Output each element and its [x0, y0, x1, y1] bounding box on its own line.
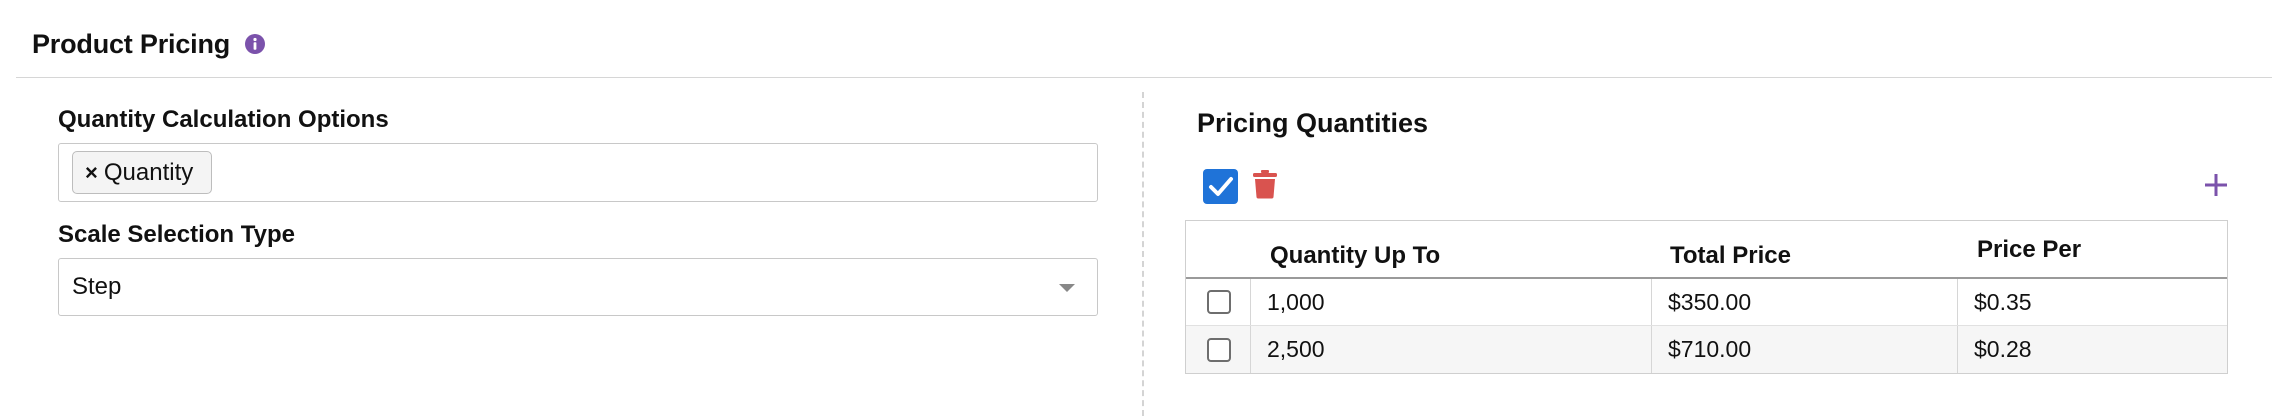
- total-price-cell[interactable]: $710.00: [1651, 326, 1958, 373]
- price-per-cell[interactable]: $0.28: [1957, 326, 2227, 373]
- header-divider: [16, 77, 2272, 78]
- total-price-cell[interactable]: $350.00: [1651, 279, 1958, 325]
- quantity-cell[interactable]: 2,500: [1250, 326, 1652, 373]
- plus-icon[interactable]: [2203, 172, 2229, 198]
- scale-selection-value: Step: [72, 273, 122, 300]
- tag-label: Quantity: [103, 158, 194, 186]
- price-per-cell[interactable]: $0.35: [1957, 279, 2227, 325]
- tag-quantity: × Quantity: [72, 151, 212, 194]
- scale-selection-label: Scale Selection Type: [58, 221, 295, 248]
- table-row: 2,500 $710.00 $0.28: [1186, 326, 2227, 373]
- checkmark-icon: [1209, 177, 1233, 196]
- column-header-quantity: Quantity Up To: [1270, 242, 1441, 269]
- pricing-quantities-table: Quantity Up To Total Price Price Per 1,0…: [1185, 220, 2228, 374]
- info-icon[interactable]: [244, 33, 266, 55]
- pricing-quantities-title: Pricing Quantities: [1197, 108, 1429, 138]
- row-checkbox[interactable]: [1206, 290, 1231, 314]
- table-row: 1,000 $350.00 $0.35: [1186, 279, 2227, 326]
- row-checkbox-cell: [1186, 279, 1251, 325]
- quantity-calculation-label: Quantity Calculation Options: [58, 106, 389, 133]
- chevron-down-icon: [1059, 284, 1075, 292]
- section-header: Product Pricing: [32, 22, 266, 66]
- table-header-row: Quantity Up To Total Price Price Per: [1186, 221, 2227, 279]
- tag-remove-icon[interactable]: ×: [85, 160, 98, 186]
- scale-selection-dropdown[interactable]: Step: [58, 258, 1098, 316]
- quantity-cell[interactable]: 1,000: [1250, 279, 1652, 325]
- trash-icon[interactable]: [1252, 169, 1278, 199]
- row-checkbox-cell: [1186, 326, 1251, 373]
- column-header-price-per: Price Per: [1977, 236, 2082, 263]
- quantity-calculation-multiselect[interactable]: × Quantity: [58, 143, 1098, 202]
- select-all-checkbox[interactable]: [1203, 169, 1238, 204]
- page-title: Product Pricing: [32, 28, 231, 59]
- column-header-total-price: Total Price: [1670, 242, 1791, 269]
- row-checkbox[interactable]: [1206, 337, 1231, 362]
- panel-divider: [1142, 92, 1144, 416]
